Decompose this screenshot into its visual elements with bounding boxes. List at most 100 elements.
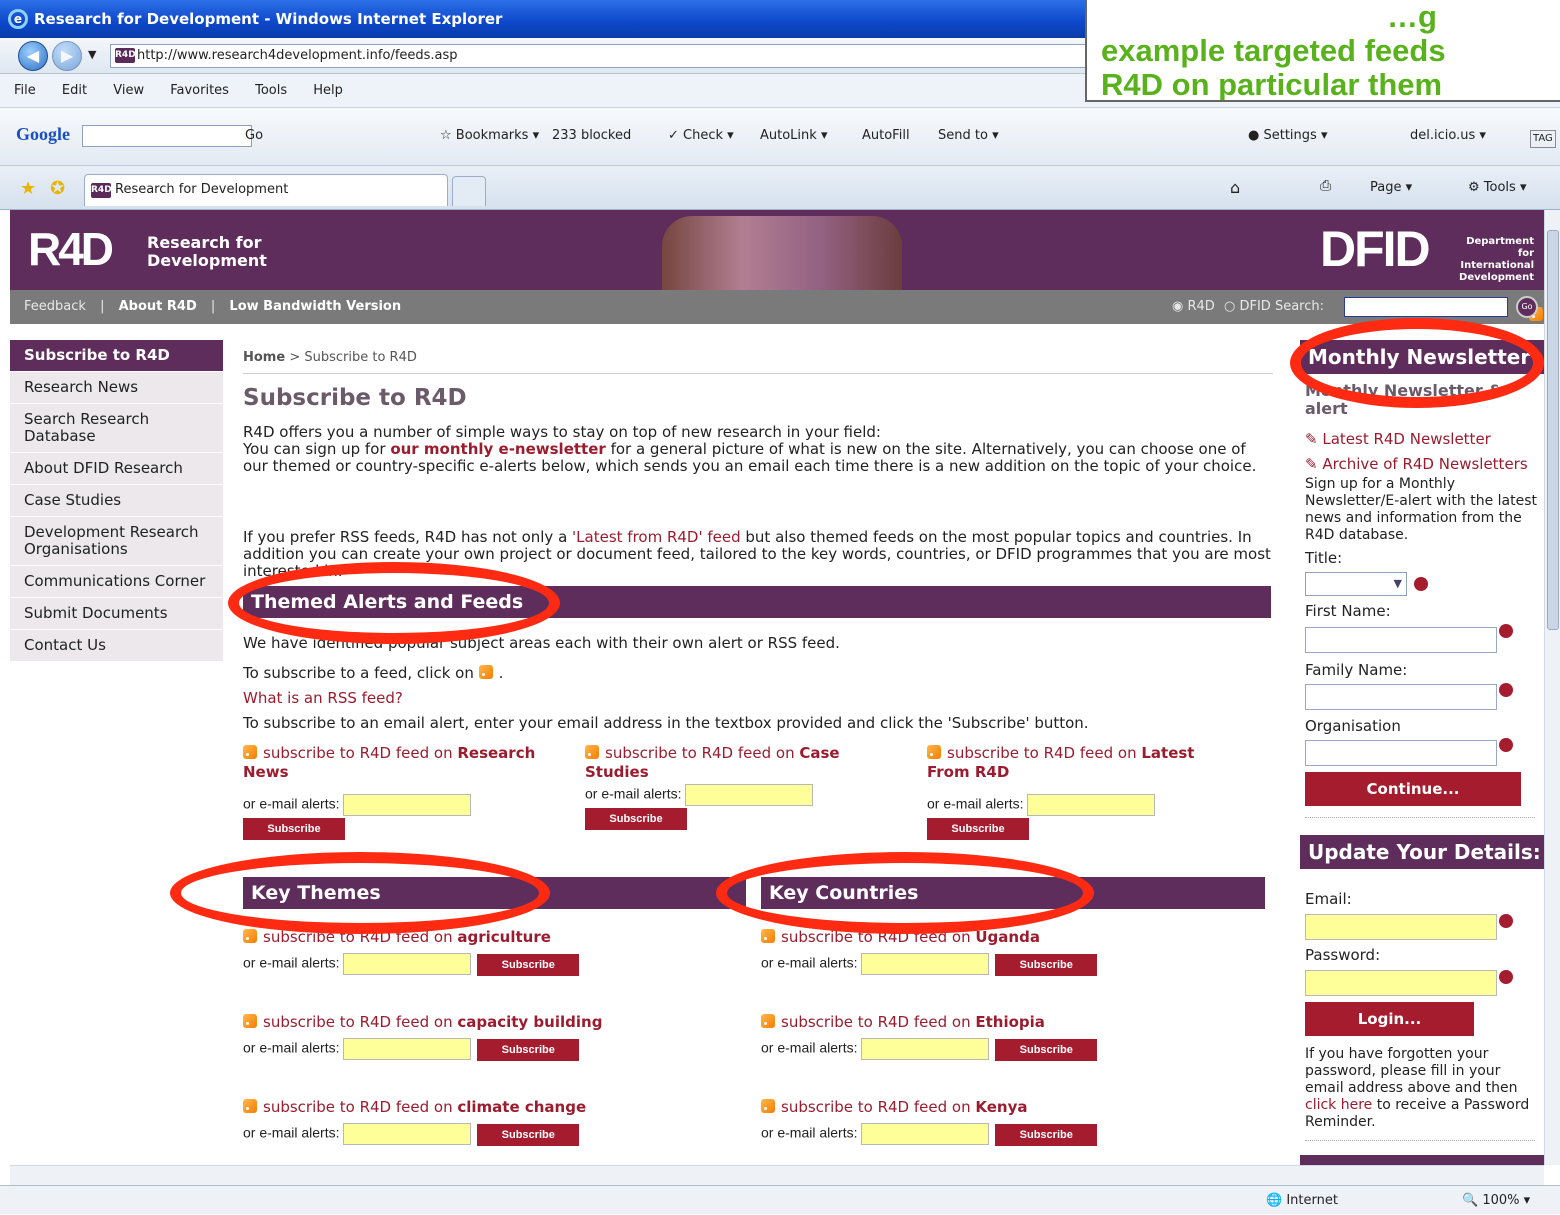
send-to-button[interactable]: Send to ▾: [938, 125, 999, 147]
newsletter-link[interactable]: our monthly e-newsletter: [390, 440, 605, 458]
popup-blocked-button[interactable]: 233 blocked: [552, 125, 631, 147]
rss-icon: [585, 745, 599, 759]
add-favorites-icon[interactable]: ✪: [50, 178, 65, 199]
new-tab-button[interactable]: [452, 176, 486, 206]
feed-link[interactable]: subscribe to R4D feed on: [263, 744, 457, 762]
autolink-button[interactable]: AutoLink ▾: [760, 125, 827, 147]
go-button[interactable]: Go: [245, 125, 263, 147]
email-input[interactable]: [861, 1123, 990, 1145]
email-input[interactable]: [861, 1038, 990, 1060]
latest-feed-link[interactable]: 'Latest from R4D' feed: [572, 528, 741, 546]
delicious-button[interactable]: del.icio.us ▾: [1410, 125, 1486, 147]
scroll-thumb[interactable]: [1547, 230, 1559, 630]
login-email-input[interactable]: [1305, 914, 1497, 940]
feed-link[interactable]: subscribe to R4D feed on: [781, 1098, 975, 1116]
subscribe-button[interactable]: Subscribe: [477, 1123, 580, 1146]
login-button[interactable]: Login...: [1305, 1002, 1474, 1036]
menu-edit[interactable]: Edit: [62, 83, 87, 98]
settings-button[interactable]: ● Settings ▾: [1248, 125, 1327, 147]
continue-button[interactable]: Continue...: [1305, 772, 1521, 806]
family-name-input[interactable]: [1305, 684, 1497, 710]
r4d-search-radio[interactable]: ◉ R4D: [1172, 290, 1215, 324]
forgot-password-text: If you have forgotten your password, ple…: [1305, 1046, 1530, 1130]
rss-icon: [243, 745, 257, 759]
tab-bar: ★ ✪ R4D Research for Development ⌂ ⎙ Pag…: [0, 166, 1560, 210]
email-input[interactable]: [343, 1123, 472, 1145]
organisation-input[interactable]: [1305, 740, 1497, 766]
feed-link[interactable]: subscribe to R4D feed on: [947, 744, 1141, 762]
subscribe-button[interactable]: Subscribe: [477, 953, 580, 976]
subscribe-button[interactable]: Subscribe: [477, 1038, 580, 1061]
tools-menu[interactable]: ⚙ Tools ▾: [1468, 177, 1527, 199]
nav-contact[interactable]: Contact Us: [10, 630, 223, 662]
subscribe-button[interactable]: Subscribe: [927, 818, 1029, 840]
email-input[interactable]: [685, 784, 814, 806]
bookmarks-button[interactable]: ☆ Bookmarks ▾: [440, 125, 539, 147]
menu-favorites[interactable]: Favorites: [170, 83, 229, 98]
feed-link[interactable]: subscribe to R4D feed on: [781, 1013, 975, 1031]
autofill-button[interactable]: AutoFill: [862, 125, 910, 147]
tab-research-for-development[interactable]: R4D Research for Development: [84, 174, 448, 206]
search-go-button[interactable]: Go: [1516, 296, 1538, 318]
site-search-input[interactable]: [1344, 297, 1508, 317]
feed-link[interactable]: subscribe to R4D feed on: [263, 1098, 457, 1116]
email-input[interactable]: [343, 1038, 472, 1060]
dfid-search-radio[interactable]: ○ DFID Search:: [1224, 290, 1324, 324]
menu-file[interactable]: File: [14, 83, 36, 98]
subscribe-button[interactable]: Subscribe: [243, 818, 345, 840]
menu-view[interactable]: View: [113, 83, 144, 98]
horizontal-scrollbar[interactable]: [10, 1165, 1544, 1185]
back-icon[interactable]: ◀: [18, 41, 48, 71]
nav-about-dfid[interactable]: About DFID Research: [10, 453, 223, 485]
email-input[interactable]: [343, 953, 472, 975]
nav-dev-orgs[interactable]: Development Research Organisations: [10, 517, 223, 566]
r4d-logo[interactable]: R4D: [28, 222, 114, 276]
feed-link[interactable]: subscribe to R4D feed on: [263, 1013, 457, 1031]
country-ethiopia: subscribe to R4D feed on Ethiopia or e-m…: [761, 1013, 1231, 1061]
nav-communications[interactable]: Communications Corner: [10, 566, 223, 598]
first-name-input[interactable]: [1305, 627, 1497, 653]
password-input[interactable]: [1305, 970, 1497, 996]
archive-newsletters-link[interactable]: ✎ Archive of R4D Newsletters: [1305, 455, 1528, 473]
nav-research-news[interactable]: Research News: [10, 372, 223, 404]
subscribe-button[interactable]: Subscribe: [995, 1123, 1098, 1146]
low-bandwidth-link[interactable]: Low Bandwidth Version: [229, 299, 401, 314]
spell-check-button[interactable]: ✓ Check ▾: [668, 125, 734, 147]
breadcrumb-home[interactable]: Home: [243, 350, 285, 365]
feed-link[interactable]: subscribe to R4D feed on: [605, 744, 799, 762]
email-input[interactable]: [343, 794, 472, 816]
required-indicator: [1414, 577, 1428, 591]
nav-case-studies[interactable]: Case Studies: [10, 485, 223, 517]
zoom-level[interactable]: 🔍 100% ▾: [1462, 1186, 1530, 1215]
nav-search-database[interactable]: Search Research Database: [10, 404, 223, 453]
home-icon[interactable]: ⌂: [1230, 178, 1240, 197]
menu-tools[interactable]: Tools: [255, 83, 287, 98]
forward-icon[interactable]: ▶: [52, 41, 82, 71]
subscribe-button[interactable]: Subscribe: [995, 1038, 1098, 1061]
url-input[interactable]: R4D http://www.research4development.info…: [110, 44, 1210, 68]
nav-subscribe[interactable]: Subscribe to R4D: [10, 340, 223, 372]
what-is-rss-link[interactable]: What is an RSS feed?: [243, 689, 403, 707]
history-dropdown-icon[interactable]: ▼: [88, 48, 96, 61]
latest-newsletter-link[interactable]: ✎ Latest R4D Newsletter: [1305, 430, 1491, 448]
page-menu[interactable]: Page ▾: [1370, 177, 1412, 199]
family-name-label: Family Name:: [1305, 661, 1408, 679]
nav-submit-docs[interactable]: Submit Documents: [10, 598, 223, 630]
tag-button[interactable]: TAG: [1530, 130, 1556, 148]
subscribe-button[interactable]: Subscribe: [585, 808, 687, 830]
email-input[interactable]: [861, 953, 990, 975]
email-input[interactable]: [1027, 794, 1156, 816]
menu-help[interactable]: Help: [313, 83, 343, 98]
feedback-link[interactable]: Feedback: [24, 299, 86, 314]
vertical-scrollbar[interactable]: [1544, 210, 1560, 1165]
callout-line-2: example targeted feeds: [1101, 33, 1446, 68]
print-icon[interactable]: ⎙: [1320, 178, 1331, 194]
google-logo: Google: [16, 124, 70, 144]
title-select[interactable]: ▼: [1305, 572, 1407, 596]
favorites-star-icon[interactable]: ★: [20, 178, 36, 199]
subscribe-button[interactable]: Subscribe: [995, 953, 1098, 976]
update-details-heading: Update Your Details:: [1300, 835, 1544, 869]
reminder-link[interactable]: click here: [1305, 1097, 1372, 1113]
about-r4d-link[interactable]: About R4D: [119, 299, 197, 314]
google-search-input[interactable]: [82, 125, 252, 147]
